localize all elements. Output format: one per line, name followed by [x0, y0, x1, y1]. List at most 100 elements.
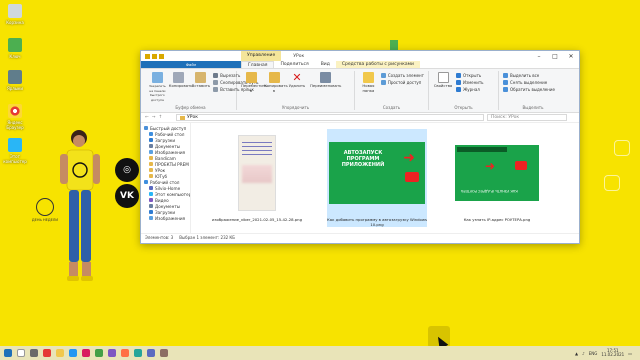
nav-item-label: Рабочий стол: [150, 179, 180, 185]
vk-icon[interactable]: VK: [115, 184, 139, 208]
notifications-icon[interactable]: ▭: [628, 351, 632, 356]
opera-icon[interactable]: [82, 349, 90, 357]
group-open: Свойства Открыть Изменить Журнал Открыть: [429, 71, 499, 110]
move-to-icon: [245, 72, 257, 83]
pin-label: Закрепить на панели быстрого доступа: [149, 84, 166, 102]
arrow-icon: ➜: [403, 150, 415, 166]
desktop-icon-key[interactable]: Ключ: [2, 38, 28, 59]
nav-item-label: Документы: [155, 143, 181, 149]
nav-item-label: Загрузки: [155, 137, 176, 143]
status-bar: Элементов: 3 Выбран 1 элемент: 232 КБ: [141, 233, 579, 241]
address-bar-row: ← → ↑ УРок Поиск: УРок: [141, 113, 579, 123]
editor-icon[interactable]: [147, 349, 155, 357]
desktop-icon-recycle-bin[interactable]: Корзина: [2, 4, 28, 25]
nav-item[interactable]: Изображения: [141, 215, 190, 221]
explorer-taskbar-icon[interactable]: [56, 349, 64, 357]
close-icon[interactable]: ✕: [563, 53, 579, 60]
forward-icon[interactable]: →: [152, 115, 156, 120]
language-indicator[interactable]: ENG: [589, 351, 598, 356]
tab-view[interactable]: Вид: [315, 61, 336, 68]
easy-access-label: Простой доступ: [387, 80, 422, 85]
scissors-icon: [213, 73, 219, 78]
search-input[interactable]: Поиск: УРок: [487, 114, 567, 121]
maximize-icon[interactable]: □: [547, 53, 563, 60]
file-item-selected[interactable]: АВТОЗАПУСК ПРОГРАММ ПРИЛОЖЕНИЙ ➜ Как доб…: [327, 129, 427, 228]
arrow-icon: ➜: [485, 159, 496, 173]
invert-selection-label: Обратить выделение: [510, 87, 555, 92]
telegram-icon[interactable]: [134, 349, 142, 357]
nav-item-label: Видео: [155, 197, 169, 203]
viber-icon[interactable]: [108, 349, 116, 357]
desktop-icon-label: Ключ: [9, 54, 21, 59]
invert-selection-button[interactable]: Обратить выделение: [503, 87, 555, 92]
media-icon[interactable]: [121, 349, 129, 357]
volume-icon[interactable]: ♪: [582, 351, 585, 356]
pin-icon: [151, 72, 163, 83]
up-icon[interactable]: ↑: [159, 115, 163, 120]
address-bar[interactable]: УРок: [176, 114, 484, 121]
nav-buttons: ← → ↑: [145, 115, 173, 120]
new-folder-icon: [362, 72, 374, 83]
nav-folder-icon: [144, 180, 148, 184]
nav-item-label: Silvio-Home: [155, 185, 181, 191]
new-folder-icon[interactable]: [159, 53, 164, 59]
search-icon[interactable]: [17, 349, 25, 357]
computer-icon: [8, 138, 22, 152]
network-icon[interactable]: ▲: [575, 351, 578, 356]
nav-folder-icon: [149, 150, 153, 154]
desktop-icon-shortcuts[interactable]: Ярлыки: [2, 70, 28, 91]
title-bar: Управление УРок – □ ✕: [141, 51, 579, 61]
clock-date: 11.02.2021: [601, 352, 625, 357]
desktop-icon-this-pc[interactable]: Этот компьютер: [2, 138, 28, 164]
tab-picture-tools[interactable]: Средства работы с рисунками: [335, 61, 420, 68]
select-none-button[interactable]: Снять выделение: [503, 80, 555, 85]
edit-button[interactable]: Изменить: [456, 80, 484, 85]
open-button[interactable]: Открыть: [456, 73, 484, 78]
clock-icon: [36, 198, 54, 216]
tab-file[interactable]: Файл: [141, 61, 241, 68]
back-icon[interactable]: ←: [145, 115, 149, 120]
nav-item-label: Bandicam: [155, 155, 176, 161]
start-icon[interactable]: [4, 349, 12, 357]
app-icon[interactable]: [69, 349, 77, 357]
tab-home[interactable]: Главная: [241, 61, 275, 68]
file-item[interactable]: ➜ КАК УЗНАТЬ IP-АДРЕС РОУТЕРА Как узнать…: [447, 129, 547, 227]
open-label: Открыть: [463, 73, 482, 78]
file-item[interactable]: изображение_viber_2021-02-05_15-42-28.pn…: [207, 129, 307, 227]
task-view-icon[interactable]: [30, 349, 38, 357]
select-all-icon: [503, 73, 508, 78]
tool-icon[interactable]: [160, 349, 168, 357]
nav-folder-icon: [144, 126, 148, 130]
nav-item-label: Быстрый доступ: [150, 125, 187, 131]
group-label: Создать: [382, 105, 401, 110]
select-all-button[interactable]: Выделить все: [503, 73, 555, 78]
nav-folder-icon: [149, 174, 153, 178]
item-count: Элементов: 3: [145, 235, 174, 240]
group-clipboard: Закрепить на панели быстрого доступа Коп…: [145, 71, 258, 110]
history-icon: [456, 87, 461, 92]
folder-icon[interactable]: [145, 53, 150, 59]
nav-item-label: УРок: [155, 167, 166, 173]
desktop-icon-label: Корзина: [6, 20, 24, 25]
easy-access-button[interactable]: Простой доступ: [380, 80, 424, 85]
new-item-button[interactable]: Создать элемент: [380, 73, 424, 78]
yandex-icon[interactable]: [43, 349, 51, 357]
rename-icon: [319, 72, 331, 83]
instagram-icon[interactable]: ◎: [115, 158, 139, 182]
clock-gadget: ДЕНЬ НЕДЕЛИ: [30, 198, 60, 222]
taskbar-clock[interactable]: 17:51 11.02.2021: [601, 348, 625, 358]
desktop-icon-browser[interactable]: Яндекс Браузер: [2, 104, 28, 130]
new-item-icon: [380, 73, 386, 78]
paste-shortcut-icon: [213, 87, 219, 92]
open-icon: [456, 73, 461, 78]
new-item-label: Создать элемент: [387, 73, 424, 78]
tab-share[interactable]: Поделиться: [274, 61, 314, 68]
properties-icon[interactable]: [152, 53, 157, 59]
chrome-icon[interactable]: [95, 349, 103, 357]
copy-to-label: Копировать в: [264, 83, 288, 93]
history-button[interactable]: Журнал: [456, 87, 484, 92]
nav-item-label: Изображения: [155, 215, 186, 221]
nav-folder-icon: [149, 156, 153, 160]
key-app-icon: [8, 38, 22, 52]
minimize-icon[interactable]: –: [531, 53, 547, 60]
